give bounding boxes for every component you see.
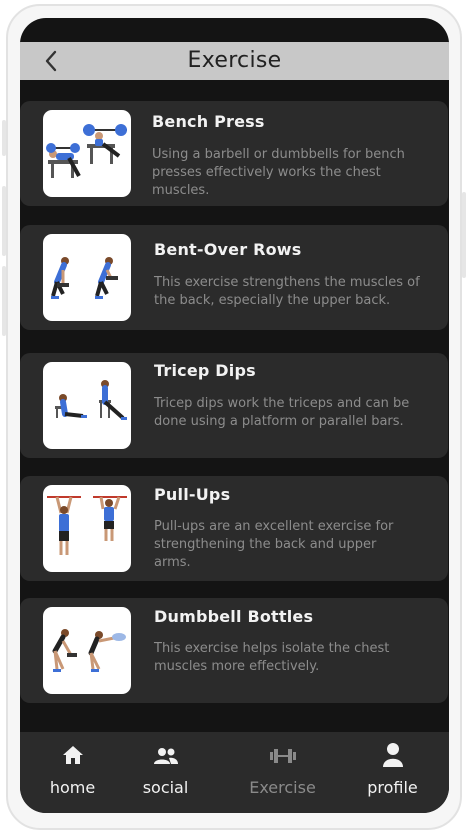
exercise-description: Pull-ups are an excellent exercise for s… [154,519,394,570]
back-button[interactable] [38,48,64,74]
exercise-title: Tricep Dips [154,361,256,380]
home-icon [62,746,83,764]
app-screen: Exercise Bench Press Using a barbell or … [20,18,449,813]
phone-side-button [2,186,6,256]
exercise-image [43,607,131,694]
dumbbell-icon [269,749,296,763]
exercise-description: Using a barbell or dumbbells for bench p… [152,147,405,198]
chevron-left-icon [45,50,57,72]
exercise-title: Bent-Over Rows [154,240,302,259]
exercise-card[interactable]: Tricep Dips Tricep dips work the triceps… [20,353,448,458]
exercise-card[interactable]: Dumbbell Bottles This exercise helps iso… [20,598,448,703]
exercise-description: This exercise helps isolate the chest mu… [154,641,390,674]
exercise-description: Tricep dips work the triceps and can be … [154,396,410,429]
exercise-title: Pull-Ups [154,485,231,504]
header-bar: Exercise [20,42,449,80]
phone-side-button [2,266,6,336]
exercise-card[interactable]: Bent-Over Rows This exercise strengthens… [20,225,448,330]
nav-home[interactable]: home [30,732,115,813]
page-title: Exercise [187,48,282,73]
person-icon [382,743,403,767]
exercise-image [43,110,131,197]
nav-label: Exercise [249,778,316,797]
nav-profile[interactable]: profile [350,732,435,813]
exercise-image [43,362,131,449]
nav-label: social [142,778,189,797]
exercise-image [43,234,131,321]
phone-side-button [462,192,466,278]
exercise-card[interactable]: Bench Press Using a barbell or dumbbells… [20,101,448,206]
exercise-description: This exercise strengthens the muscles of… [154,275,420,308]
bottom-nav: home social Exercise profile [20,732,449,813]
people-icon [153,748,178,764]
exercise-image [43,485,131,572]
nav-exercise[interactable]: Exercise [240,732,325,813]
exercise-card[interactable]: Pull-Ups Pull-ups are an excellent exerc… [20,476,448,581]
exercise-title: Dumbbell Bottles [154,607,314,626]
nav-label: profile [367,778,418,797]
phone-side-button [2,120,6,156]
exercise-title: Bench Press [152,112,265,131]
nav-label: home [49,778,96,797]
nav-social[interactable]: social [123,732,208,813]
